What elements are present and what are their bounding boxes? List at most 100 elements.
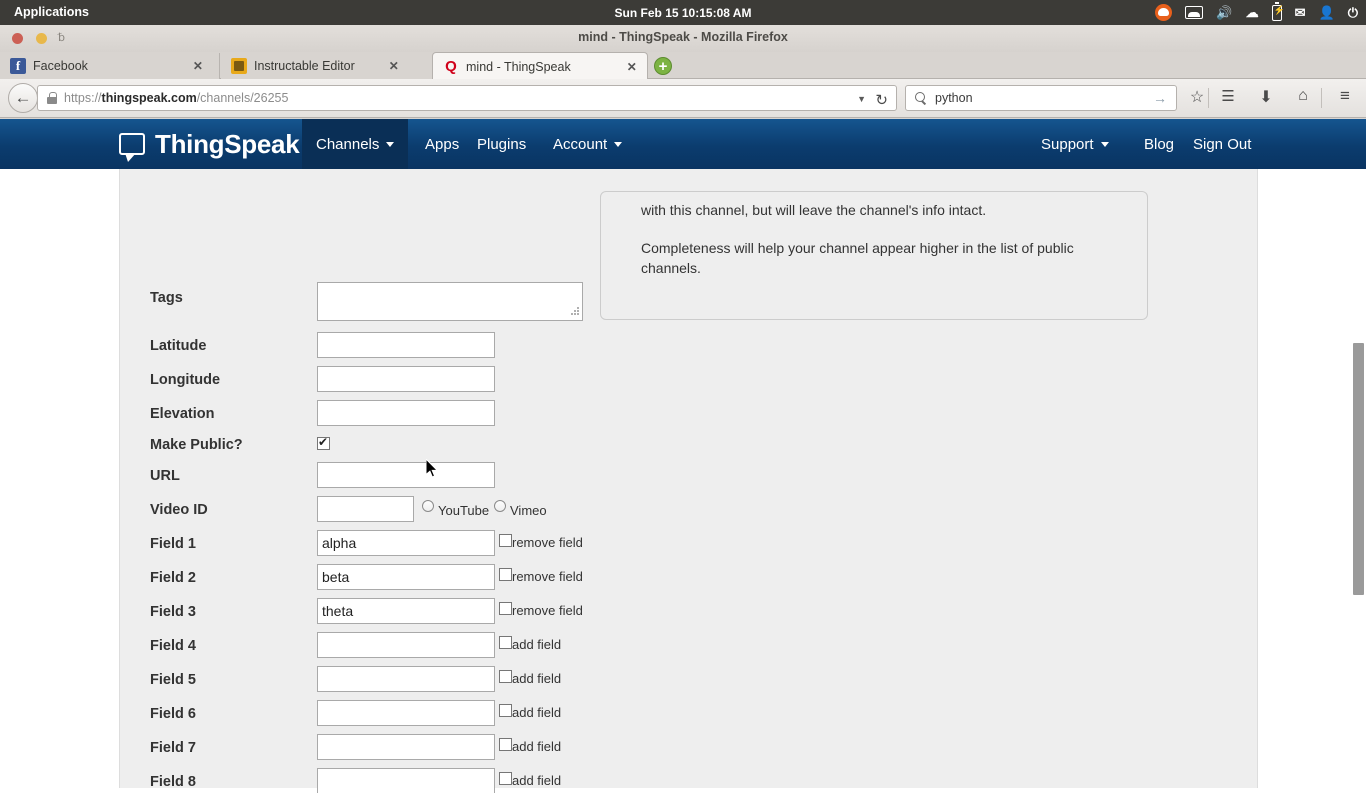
page-viewport: Tags Latitude Longitude Elevation Make P…: [0, 119, 1366, 793]
battery-icon[interactable]: [1271, 2, 1285, 21]
nav-item-sign-out[interactable]: Sign Out: [1179, 119, 1265, 169]
field-2-input[interactable]: [317, 564, 495, 590]
thingspeak-logo[interactable]: ThingSpeak: [119, 119, 300, 169]
label-field-1: Field 1: [150, 536, 196, 552]
field-2-checkbox-label: remove field: [512, 569, 583, 584]
field-4-input[interactable]: [317, 632, 495, 658]
nav-item-plugins[interactable]: Plugins: [463, 119, 540, 169]
tab-close-icon[interactable]: ✕: [389, 59, 399, 73]
field-1-checkbox-label: remove field: [512, 535, 583, 550]
nav-item-account[interactable]: Account: [539, 119, 636, 169]
os-top-panel: Applications Sun Feb 15 10:15:08 AM 🔊 ☁ …: [0, 0, 1366, 25]
field-4-checkbox-label: add field: [512, 637, 562, 652]
search-input-value[interactable]: python: [935, 91, 973, 105]
nav-item-channels[interactable]: Channels: [302, 119, 409, 169]
reload-icon[interactable]: ↻: [875, 91, 888, 109]
brand-name: ThingSpeak: [155, 128, 300, 159]
page-scrollbar-thumb[interactable]: [1353, 343, 1364, 595]
user-icon[interactable]: 👤: [1319, 6, 1335, 19]
reader-list-icon[interactable]: ☰: [1217, 87, 1239, 105]
label-field-2: Field 2: [150, 570, 196, 586]
make-public-checkbox[interactable]: [317, 435, 330, 450]
search-bar[interactable]: python →: [905, 85, 1177, 111]
hamburger-menu-icon[interactable]: ≡: [1334, 86, 1356, 106]
label-tags: Tags: [150, 290, 183, 306]
tab-label: mind - ThingSpeak: [466, 59, 571, 74]
nav-label: Blog: [1144, 135, 1175, 153]
bookmark-star-icon[interactable]: ☆: [1186, 87, 1208, 107]
field-6-checkbox-label: add field: [512, 705, 562, 720]
tab-close-icon[interactable]: ✕: [193, 59, 203, 73]
field-5-checkbox[interactable]: [499, 670, 512, 683]
video-source-radio-youtube[interactable]: [422, 500, 434, 512]
chevron-down-icon: [1100, 141, 1109, 147]
mail-icon[interactable]: ✉: [1295, 6, 1306, 19]
field-7-input[interactable]: [317, 734, 495, 760]
address-bar[interactable]: https://thingspeak.com/channels/26255 ▼ …: [37, 85, 897, 111]
field-8-checkbox[interactable]: [499, 772, 512, 785]
back-button[interactable]: ←: [8, 83, 38, 113]
firefox-window: ␢ mind - ThingSpeak - Mozilla Firefox f …: [0, 25, 1366, 793]
nav-item-support[interactable]: Support: [1027, 119, 1123, 169]
field-1-input[interactable]: [317, 530, 495, 556]
display-icon[interactable]: [1185, 6, 1204, 19]
label-field-6: Field 6: [150, 706, 196, 722]
video-id-input[interactable]: [317, 496, 414, 522]
speech-bubble-icon: [119, 133, 145, 162]
power-icon[interactable]: ⏻: [1348, 6, 1358, 19]
longitude-input[interactable]: [317, 366, 495, 392]
chevron-down-icon[interactable]: ▼: [857, 94, 866, 104]
video-source-radio-vimeo[interactable]: [494, 500, 506, 512]
browser-toolbar: ← https://thingspeak.com/channels/26255 …: [0, 79, 1366, 118]
tab-strip: f Facebook ✕ Instructable Editor ✕ Q min…: [0, 52, 1366, 80]
field-7-checkbox[interactable]: [499, 738, 512, 751]
field-3-checkbox[interactable]: [499, 602, 512, 615]
label-field-4: Field 4: [150, 638, 196, 654]
channel-info-panel: with this channel, but will leave the ch…: [600, 191, 1148, 320]
nav-label: Plugins: [477, 135, 527, 153]
info-paragraph-1: with this channel, but will leave the ch…: [641, 202, 987, 218]
downloads-icon[interactable]: ⬇: [1255, 87, 1277, 107]
window-titlebar: ␢ mind - ThingSpeak - Mozilla Firefox: [0, 25, 1366, 52]
field-6-checkbox[interactable]: [499, 704, 512, 717]
label-make-public: Make Public?: [150, 437, 243, 453]
home-icon[interactable]: ⌂: [1292, 87, 1314, 105]
browser-tab-facebook[interactable]: f Facebook ✕: [0, 53, 220, 79]
system-tray: 🔊 ☁ ✉ 👤 ⏻: [1155, 0, 1358, 25]
tags-textarea[interactable]: [317, 282, 583, 321]
nav-label: Apps: [425, 135, 460, 153]
volume-icon[interactable]: 🔊: [1216, 6, 1232, 19]
video-source-label-youtube: YouTube: [438, 503, 490, 518]
tab-label: Instructable Editor: [254, 59, 355, 73]
browser-tab-instructable-editor[interactable]: Instructable Editor ✕: [221, 53, 441, 79]
elevation-input[interactable]: [317, 400, 495, 426]
wifi-icon[interactable]: ☁: [1246, 6, 1259, 19]
field-4-checkbox[interactable]: [499, 636, 512, 649]
site-navbar: ThingSpeak Channels Apps Plugins Account…: [0, 119, 1366, 169]
label-field-3: Field 3: [150, 604, 196, 620]
latitude-input[interactable]: [317, 332, 495, 358]
url-text: https://thingspeak.com/channels/26255: [64, 91, 289, 105]
tab-label: Facebook: [33, 59, 88, 73]
label-longitude: Longitude: [150, 372, 221, 388]
new-tab-icon[interactable]: +: [654, 57, 672, 75]
ubuntu-logo-icon[interactable]: [1155, 4, 1173, 21]
search-submit-icon[interactable]: →: [1153, 90, 1167, 106]
field-6-input[interactable]: [317, 700, 495, 726]
thingspeak-favicon: Q: [445, 57, 457, 75]
field-7-checkbox-label: add field: [512, 739, 562, 754]
field-5-input[interactable]: [317, 666, 495, 692]
field-8-input[interactable]: [317, 768, 495, 793]
url-input[interactable]: [317, 462, 495, 488]
field-2-checkbox[interactable]: [499, 568, 512, 581]
page-scrollbar-track[interactable]: [1351, 119, 1366, 793]
nav-label: Channels: [316, 135, 380, 153]
label-url: URL: [150, 468, 180, 484]
field-3-checkbox-label: remove field: [512, 603, 583, 618]
window-title: mind - ThingSpeak - Mozilla Firefox: [578, 30, 788, 44]
tab-close-icon[interactable]: ✕: [627, 60, 637, 74]
browser-tab-mind-thingspeak[interactable]: Q mind - ThingSpeak ✕: [432, 52, 648, 80]
field-3-input[interactable]: [317, 598, 495, 624]
label-field-8: Field 8: [150, 774, 196, 790]
field-1-checkbox[interactable]: [499, 534, 512, 547]
